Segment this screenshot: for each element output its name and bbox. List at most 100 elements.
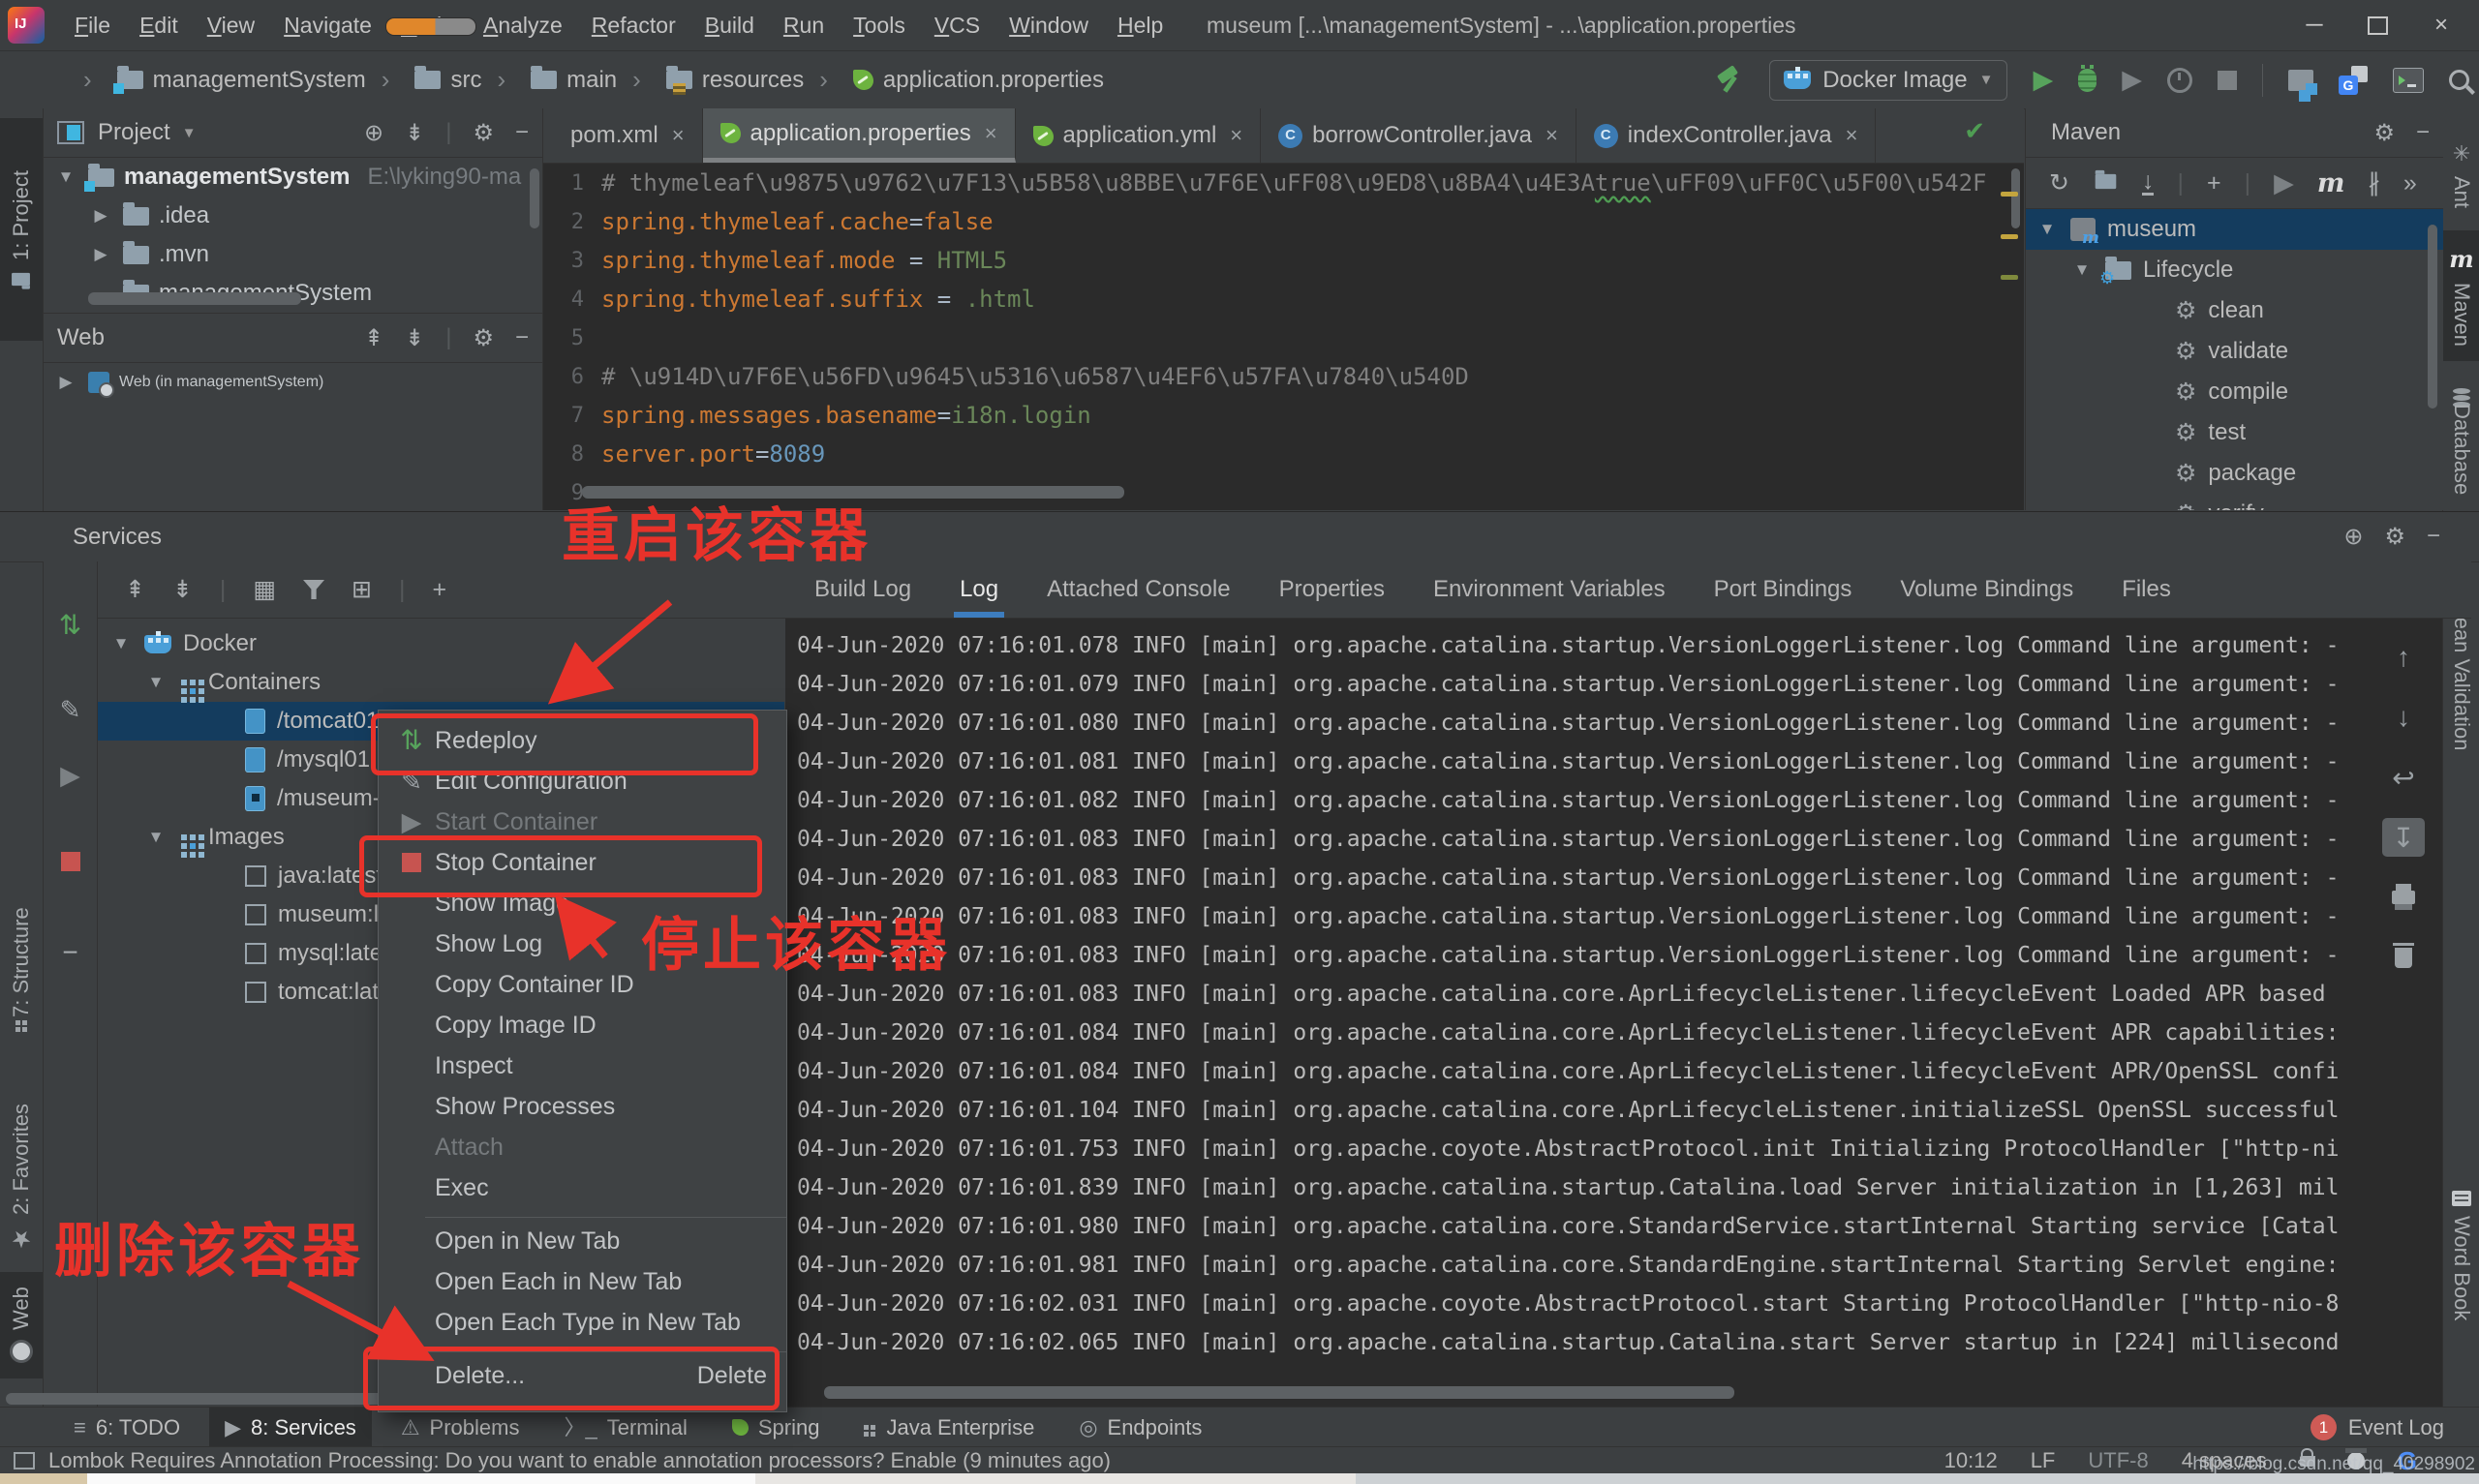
maven-tree-item[interactable]: ⚙ clean [2026,290,2443,331]
expand-all-icon[interactable]: ⇞ [125,575,145,604]
sidebar-tab-word-book[interactable]: Word Book [2443,1164,2479,1348]
add-maven-project-icon[interactable]: + [2207,169,2221,197]
context-menu-item[interactable]: Open Each in New Tab [379,1261,786,1302]
tree-chevron[interactable]: ▼ [2035,220,2059,239]
menu-item[interactable]: Build [690,0,769,50]
maven-tree-item[interactable]: ⚙ test [2026,412,2443,453]
more-icon[interactable]: » [2403,169,2417,197]
tree-chevron[interactable]: ▼ [144,828,168,847]
group-by-icon[interactable]: ▦ [253,575,276,604]
project-tree-item[interactable]: ▼ managementSystem E:\lyking90-ma [44,158,542,197]
scroll-down-icon[interactable]: ↓ [2382,698,2425,737]
tool-window-button[interactable]: Spring [717,1408,836,1447]
locate-icon[interactable]: ⊕ [2343,523,2363,551]
log-tab[interactable]: Attached Console [1047,561,1230,618]
search-everywhere-icon[interactable] [2449,70,2469,90]
project-structure-icon[interactable] [2288,69,2317,95]
editor-line[interactable]: 3 spring.thymeleaf.mode = HTML5 [543,241,2024,280]
tool-window-button[interactable]: Java Enterprise [848,1408,1050,1447]
services-horizontal-scrollbar[interactable] [6,1393,403,1405]
close-icon[interactable]: × [672,123,685,148]
hide-panel-icon[interactable]: − [515,119,529,146]
stop-icon[interactable] [44,852,97,876]
tool-window-button[interactable]: ◎ Endpoints [1063,1408,1217,1447]
tree-chevron[interactable]: ▼ [144,673,168,692]
notification-icon[interactable] [14,1452,35,1469]
context-menu-item[interactable]: Exec [379,1167,786,1208]
locate-icon[interactable]: ⊕ [364,119,383,147]
remove-icon[interactable]: − [44,937,97,968]
line-ending[interactable]: LF [2031,1448,2056,1473]
sidebar-tab-ant[interactable]: ✳ Ant [2443,122,2479,228]
editor-code[interactable]: 1 # thymeleaf\u9875\u9762\u7F13\u5B58\u8B… [543,164,2024,510]
log-tab[interactable]: Properties [1279,561,1385,618]
tool-window-button[interactable]: ≡ 6: TODO [58,1408,196,1447]
editor-line[interactable]: 5 [543,318,2024,357]
tree-chevron[interactable]: ▼ [2070,260,2094,280]
tree-chevron[interactable]: ▼ [53,167,78,187]
sidebar-tab-web[interactable]: Web [0,1272,43,1378]
sidebar-tab-structure[interactable]: 7: Structure [0,873,43,1067]
menu-item[interactable]: Run [769,0,839,50]
start-icon[interactable]: ▶ [44,763,97,789]
download-sources-icon[interactable]: ↓ [2141,169,2155,196]
event-log-button[interactable]: 1 Event Log [2310,1408,2444,1447]
collapse-all-icon[interactable]: ⇟ [172,575,193,604]
maven-tree-item[interactable]: ⚙ package [2026,453,2443,494]
tool-window-button[interactable]: ▶ 8: Services [209,1408,372,1447]
gear-icon[interactable]: ⚙ [473,119,494,147]
filter-icon[interactable] [303,580,325,599]
hide-panel-icon[interactable]: − [2427,523,2440,550]
tool-window-button[interactable]: ⚠ Problems [385,1408,536,1447]
gear-icon[interactable]: ⚙ [2384,523,2405,551]
close-icon[interactable]: × [1230,123,1242,148]
context-menu-item[interactable]: Open Each Type in New Tab [379,1302,786,1343]
editor-line[interactable]: 2 spring.thymeleaf.cache=false [543,202,2024,241]
tree-chevron[interactable]: ▶ [53,373,78,392]
editor-tab[interactable]: indexController.java × [1576,108,1877,163]
editor-line[interactable]: 4 spring.thymeleaf.suffix = .html [543,280,2024,318]
editor-line[interactable]: 7 spring.messages.basename=i18n.login [543,396,2024,435]
breadcrumb-item[interactable]: application.properties [804,65,1104,95]
menu-item[interactable]: Window [995,0,1103,50]
gear-icon[interactable]: ⚙ [2373,119,2395,147]
run-with-coverage-button[interactable]: ▶ [2122,67,2142,93]
expand-all-icon[interactable]: ⇞ [364,324,383,352]
execute-maven-goal-icon[interactable]: m [2317,168,2345,198]
close-icon[interactable]: × [1846,123,1858,148]
gear-icon[interactable]: ⚙ [473,324,494,352]
stop-button[interactable] [2218,70,2237,90]
debug-button[interactable] [2078,64,2097,92]
menu-item[interactable]: Analyze [469,0,577,50]
log-tab[interactable]: Environment Variables [1433,561,1666,618]
minimize-button[interactable]: ─ [2300,12,2329,39]
context-menu-item[interactable]: Open in New Tab [379,1221,786,1261]
run-maven-goal-icon[interactable]: ▶ [2274,169,2294,197]
hide-panel-icon[interactable]: − [2416,119,2430,146]
menu-item[interactable]: Refactor [577,0,690,50]
close-icon[interactable]: × [985,121,997,146]
menu-item[interactable]: Navigate [269,0,386,50]
edit-configuration-icon[interactable]: ✎ [44,697,97,722]
soft-wrap-icon[interactable]: ↩ [2382,758,2425,797]
context-menu-item[interactable]: Attach [379,1127,786,1167]
web-tree-item[interactable]: ▶ Web (in managementSystem) [44,363,542,402]
menu-item[interactable]: VCS [920,0,995,50]
log-tab[interactable]: Volume Bindings [1900,561,2073,618]
docker-tree-item[interactable]: ▼ Containers [98,663,784,702]
inspections-ok-icon[interactable]: ✔ [1964,116,1985,146]
print-icon[interactable] [2382,878,2425,917]
vertical-scrollbar[interactable] [530,168,539,228]
editor-tab[interactable]: borrowController.java × [1261,108,1576,163]
menu-item[interactable]: View [193,0,269,50]
reimport-icon[interactable]: ↻ [2049,168,2069,197]
maven-tree-item[interactable]: ▼ museum [2026,209,2443,250]
caret-position[interactable]: 10:12 [1944,1448,1998,1473]
log-output[interactable]: 04-Jun-2020 07:16:01.078 INFO [main] org… [785,619,2442,1407]
generate-sources-icon[interactable] [2093,169,2119,197]
menu-item[interactable]: File [60,0,125,50]
run-configuration-select[interactable]: Docker Image ▼ [1769,59,2008,101]
log-horizontal-scrollbar[interactable] [824,1386,1734,1399]
build-hammer-icon[interactable] [1715,66,1744,95]
tool-window-button[interactable]: 〉_ Terminal [548,1408,702,1447]
